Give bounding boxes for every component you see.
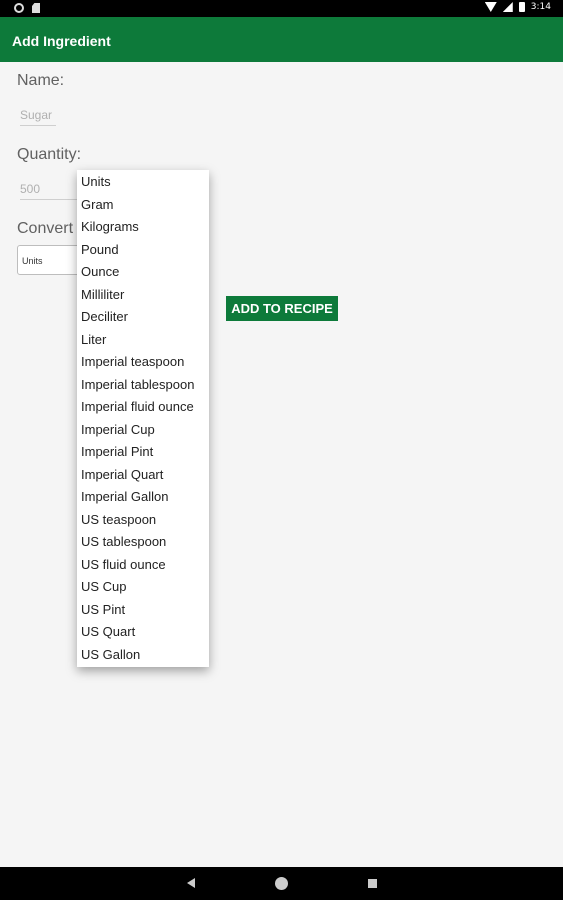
- dropdown-option[interactable]: Imperial teaspoon: [77, 352, 209, 375]
- notification-icon: [14, 3, 24, 13]
- sd-card-icon: [32, 3, 40, 13]
- unit-dropdown-list: Units Gram Kilograms Pound Ounce Milliliter De…: [77, 170, 209, 667]
- wifi-icon: [484, 2, 497, 12]
- dropdown-option[interactable]: Liter: [77, 330, 209, 353]
- app-bar: Add Ingredient: [0, 17, 563, 62]
- quantity-label: Quantity:: [17, 146, 82, 163]
- dropdown-option[interactable]: Pound: [77, 240, 209, 263]
- add-to-recipe-button[interactable]: ADD TO RECIPE: [226, 296, 338, 321]
- status-time: 3:14: [530, 2, 551, 12]
- navigation-bar: [0, 867, 563, 900]
- dropdown-option[interactable]: Imperial Quart: [77, 465, 209, 488]
- dropdown-option[interactable]: US Cup: [77, 577, 209, 600]
- signal-icon: [502, 2, 513, 12]
- name-field[interactable]: Sugar: [20, 108, 56, 126]
- battery-icon: [518, 2, 525, 12]
- dropdown-option[interactable]: US Gallon: [77, 645, 209, 668]
- dropdown-option[interactable]: Imperial Gallon: [77, 487, 209, 510]
- dropdown-option[interactable]: Units: [77, 172, 209, 195]
- dropdown-option[interactable]: Ounce: [77, 262, 209, 285]
- name-label: Name:: [17, 72, 65, 89]
- quantity-field[interactable]: 500: [20, 182, 78, 200]
- dropdown-option[interactable]: Gram: [77, 195, 209, 218]
- dropdown-option[interactable]: US teaspoon: [77, 510, 209, 533]
- back-icon[interactable]: [187, 878, 195, 888]
- dropdown-option[interactable]: Imperial fluid ounce: [77, 397, 209, 420]
- dropdown-option[interactable]: Deciliter: [77, 307, 209, 330]
- dropdown-option[interactable]: Imperial Cup: [77, 420, 209, 443]
- status-bar: 3:14: [0, 0, 563, 17]
- dropdown-option[interactable]: US Pint: [77, 600, 209, 623]
- recent-apps-icon[interactable]: [368, 879, 377, 888]
- dropdown-option[interactable]: Milliliter: [77, 285, 209, 308]
- convert-label: Convert: [17, 220, 74, 237]
- dropdown-option[interactable]: US Quart: [77, 622, 209, 645]
- dropdown-option[interactable]: Imperial tablespoon: [77, 375, 209, 398]
- home-icon[interactable]: [275, 877, 288, 890]
- page-title: Add Ingredient: [12, 33, 111, 49]
- dropdown-option[interactable]: US fluid ounce: [77, 555, 209, 578]
- dropdown-option[interactable]: Kilograms: [77, 217, 209, 240]
- dropdown-option[interactable]: Imperial Pint: [77, 442, 209, 465]
- unit-selected-value: Units: [22, 256, 43, 266]
- dropdown-option[interactable]: US tablespoon: [77, 532, 209, 555]
